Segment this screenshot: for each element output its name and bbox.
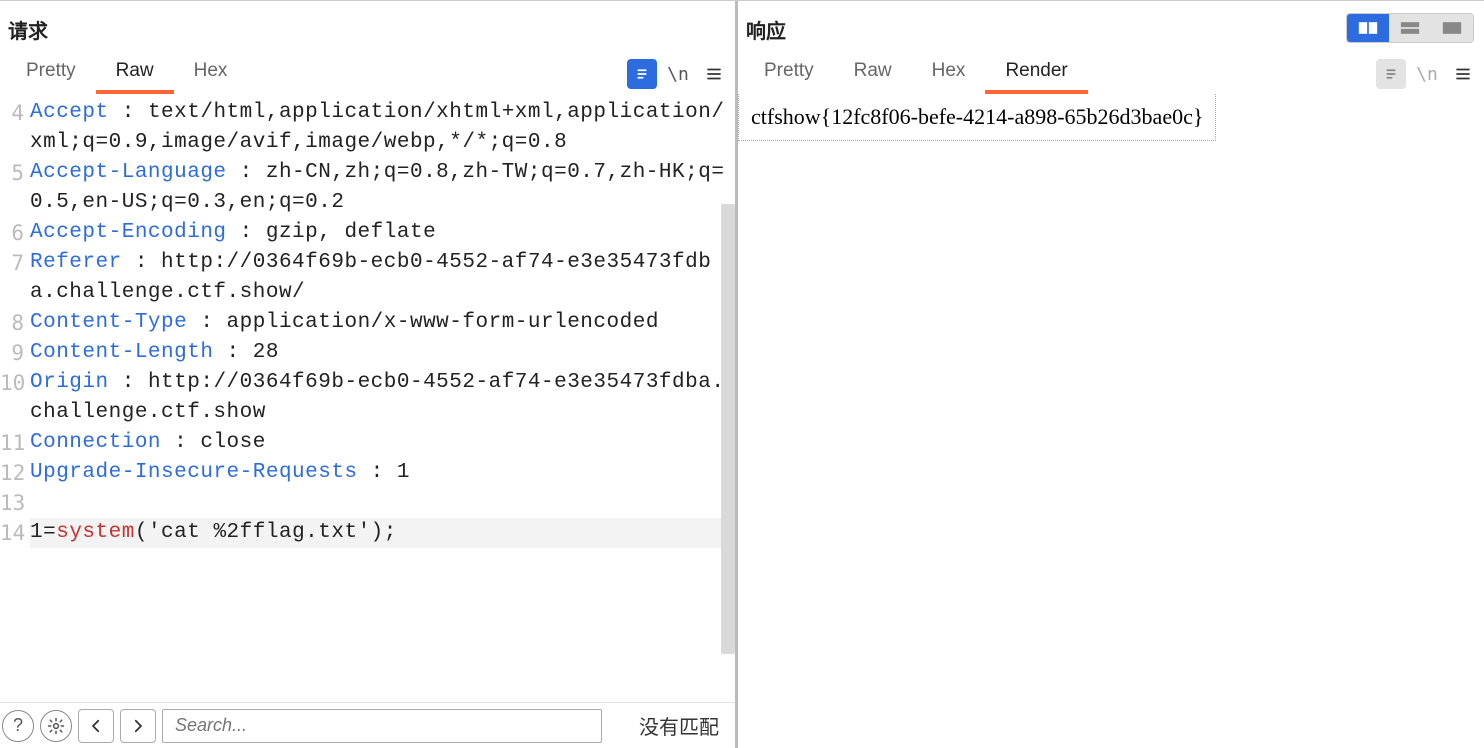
code-line[interactable]: Content-Type : application/x-www-form-ur… [30, 308, 729, 338]
render-area: ctfshow{12fc8f06-befe-4214-a898-65b26d3b… [738, 94, 1484, 748]
arrow-right-icon[interactable] [120, 709, 156, 743]
tab-pretty-resp[interactable]: Pretty [744, 54, 834, 94]
tab-pretty[interactable]: Pretty [6, 54, 96, 94]
tab-raw[interactable]: Raw [96, 54, 174, 94]
view-full-icon[interactable] [1431, 14, 1473, 42]
code-line[interactable]: Upgrade-Insecure-Requests : 1 [30, 458, 729, 488]
scrollbar[interactable] [721, 204, 735, 654]
no-match-label: 没有匹配 [639, 711, 719, 740]
code-content[interactable]: Accept : text/html,application/xhtml+xml… [30, 98, 735, 548]
code-line[interactable]: Accept : text/html,application/xhtml+xml… [30, 98, 729, 158]
request-tabs-row: Pretty Raw Hex \n [0, 54, 735, 94]
tab-hex-resp[interactable]: Hex [912, 54, 986, 94]
response-title: 响应 [738, 1, 1346, 54]
actions-resp-icon[interactable] [1376, 59, 1406, 89]
tab-raw-resp[interactable]: Raw [834, 54, 912, 94]
code-line[interactable]: Content-Length : 28 [30, 338, 729, 368]
tab-hex[interactable]: Hex [174, 54, 248, 94]
gear-icon[interactable] [40, 710, 72, 742]
line-gutter: 4567891011121314 [0, 98, 28, 548]
response-panel: 响应 Pretty Raw Hex [738, 1, 1484, 748]
arrow-left-icon[interactable] [78, 709, 114, 743]
response-tabs-row: Pretty Raw Hex Render \n [738, 54, 1484, 94]
code-line[interactable]: 1=system('cat %2fflag.txt'); [30, 518, 729, 548]
hamburger-icon[interactable] [699, 59, 729, 89]
newline-icon[interactable]: \n [663, 59, 693, 89]
request-panel: 请求 Pretty Raw Hex \n 4567891011121314 Ac… [0, 1, 738, 748]
help-icon[interactable]: ? [2, 710, 34, 742]
request-editor[interactable]: 4567891011121314 Accept : text/html,appl… [0, 94, 735, 702]
view-toggle [1346, 13, 1474, 43]
actions-icon[interactable] [627, 59, 657, 89]
code-line[interactable]: Accept-Language : zh-CN,zh;q=0.8,zh-TW;q… [30, 158, 729, 218]
request-bottom-bar: ? 没有匹配 [0, 702, 735, 748]
code-line[interactable]: Accept-Encoding : gzip, deflate [30, 218, 729, 248]
render-output[interactable]: ctfshow{12fc8f06-befe-4214-a898-65b26d3b… [738, 94, 1216, 141]
search-input[interactable] [162, 709, 602, 743]
code-line[interactable]: Origin : http://0364f69b-ecb0-4552-af74-… [30, 368, 729, 428]
code-line[interactable] [30, 488, 729, 518]
tab-render-resp[interactable]: Render [985, 54, 1087, 94]
request-title: 请求 [0, 1, 735, 54]
hamburger-resp-icon[interactable] [1448, 59, 1478, 89]
code-line[interactable]: Connection : close [30, 428, 729, 458]
newline-resp-icon[interactable]: \n [1412, 59, 1442, 89]
code-line[interactable]: Referer : http://0364f69b-ecb0-4552-af74… [30, 248, 729, 308]
view-stack-icon[interactable] [1389, 14, 1431, 42]
view-split-icon[interactable] [1347, 14, 1389, 42]
